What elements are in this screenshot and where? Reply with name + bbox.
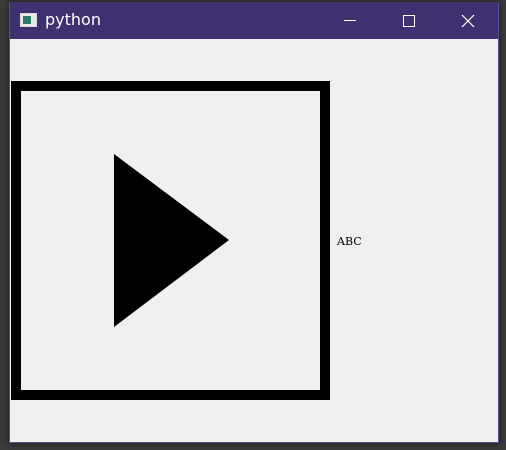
maximize-icon <box>403 15 415 27</box>
play-button-frame[interactable] <box>11 81 330 400</box>
window-title: python <box>45 10 101 29</box>
close-icon <box>461 14 475 28</box>
minimize-button[interactable] <box>321 2 379 39</box>
title-bar[interactable]: python <box>10 2 498 39</box>
app-icon[interactable] <box>20 13 37 27</box>
app-icon-pane <box>23 16 31 24</box>
close-button[interactable] <box>437 2 495 39</box>
play-icon <box>114 154 229 327</box>
app-window: python ABC <box>9 2 499 443</box>
window-client-area: ABC <box>10 39 498 442</box>
maximize-button[interactable] <box>379 2 437 39</box>
text-label: ABC <box>337 235 362 248</box>
minimize-icon <box>344 20 356 21</box>
